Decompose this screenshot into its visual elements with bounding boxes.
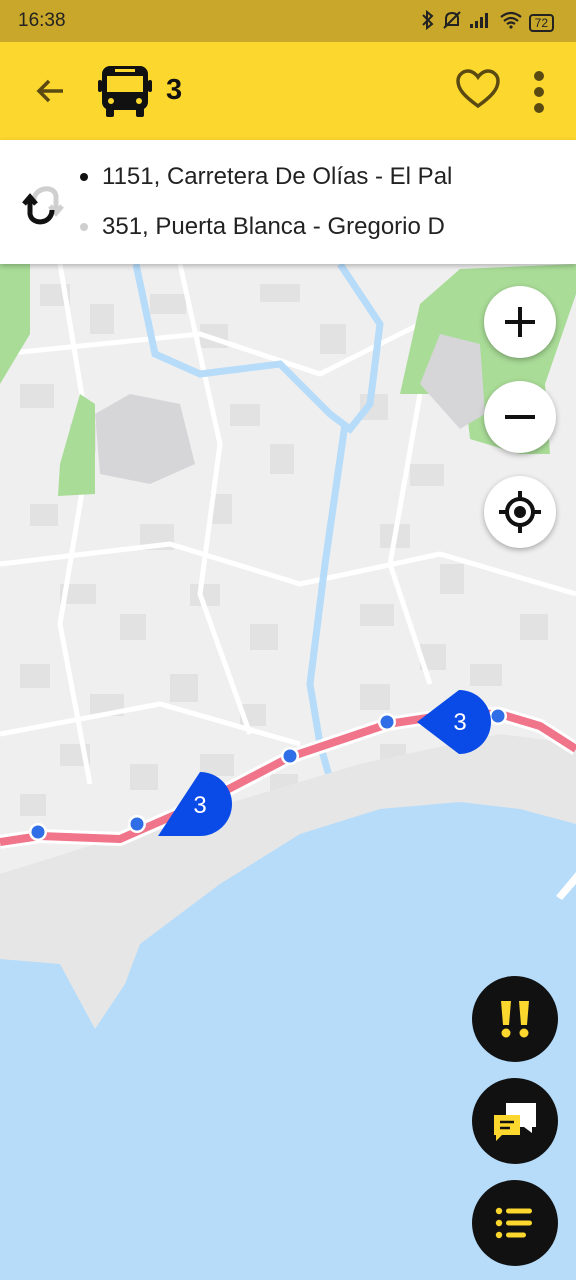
status-bar: 16:38 72 [0, 0, 576, 42]
swap-direction-button[interactable] [20, 176, 68, 232]
bluetooth-icon [421, 9, 435, 35]
stop-label: 351, Puerta Blanca - Gregorio D [102, 213, 445, 240]
zoom-in-button[interactable] [484, 286, 556, 358]
app-bar: 3 [0, 42, 576, 140]
alerts-button[interactable] [472, 976, 558, 1062]
stop-marker[interactable] [380, 715, 394, 729]
locate-button[interactable] [484, 476, 556, 548]
stop-dot [80, 223, 88, 231]
more-options-button[interactable] [524, 66, 554, 118]
route-stop-destination: 351, Puerta Blanca - Gregorio D [80, 212, 445, 242]
status-time: 16:38 [18, 10, 66, 31]
list-icon [495, 1207, 532, 1239]
wifi-icon [499, 11, 523, 34]
bus-icon [96, 64, 154, 123]
minus-icon [505, 415, 535, 419]
plus-icon [505, 307, 535, 337]
chat-icon [494, 1103, 536, 1141]
bus-marker-label: 3 [453, 709, 466, 736]
stop-marker[interactable] [491, 709, 505, 723]
heart-outline-icon [456, 69, 500, 109]
stop-marker[interactable] [31, 825, 45, 839]
crosshair-icon [499, 491, 541, 533]
zoom-out-button[interactable] [484, 381, 556, 453]
more-vertical-icon [534, 71, 544, 113]
stop-dot [80, 173, 88, 181]
line-number: 3 [166, 74, 183, 106]
mute-icon [441, 10, 463, 35]
favorite-button[interactable] [454, 66, 502, 114]
stop-marker[interactable] [130, 817, 144, 831]
list-button[interactable] [472, 1180, 558, 1266]
swap-direction-icon [22, 186, 64, 225]
battery-icon: 72 [528, 13, 554, 32]
stop-label: 1151, Carretera De Olías - El Pal [102, 163, 453, 190]
messages-button[interactable] [472, 1078, 558, 1164]
exclamation-icon [501, 1001, 529, 1038]
signal-icon [469, 11, 493, 34]
back-button[interactable] [28, 66, 72, 116]
arrow-left-icon [36, 79, 63, 103]
bus-marker-label: 3 [193, 792, 206, 819]
route-stop-origin: 1151, Carretera De Olías - El Pal [80, 162, 452, 192]
stop-marker[interactable] [283, 749, 297, 763]
route-card: 1151, Carretera De Olías - El Pal 351, P… [0, 140, 576, 264]
map-view[interactable]: 3 3 [0, 264, 576, 1280]
